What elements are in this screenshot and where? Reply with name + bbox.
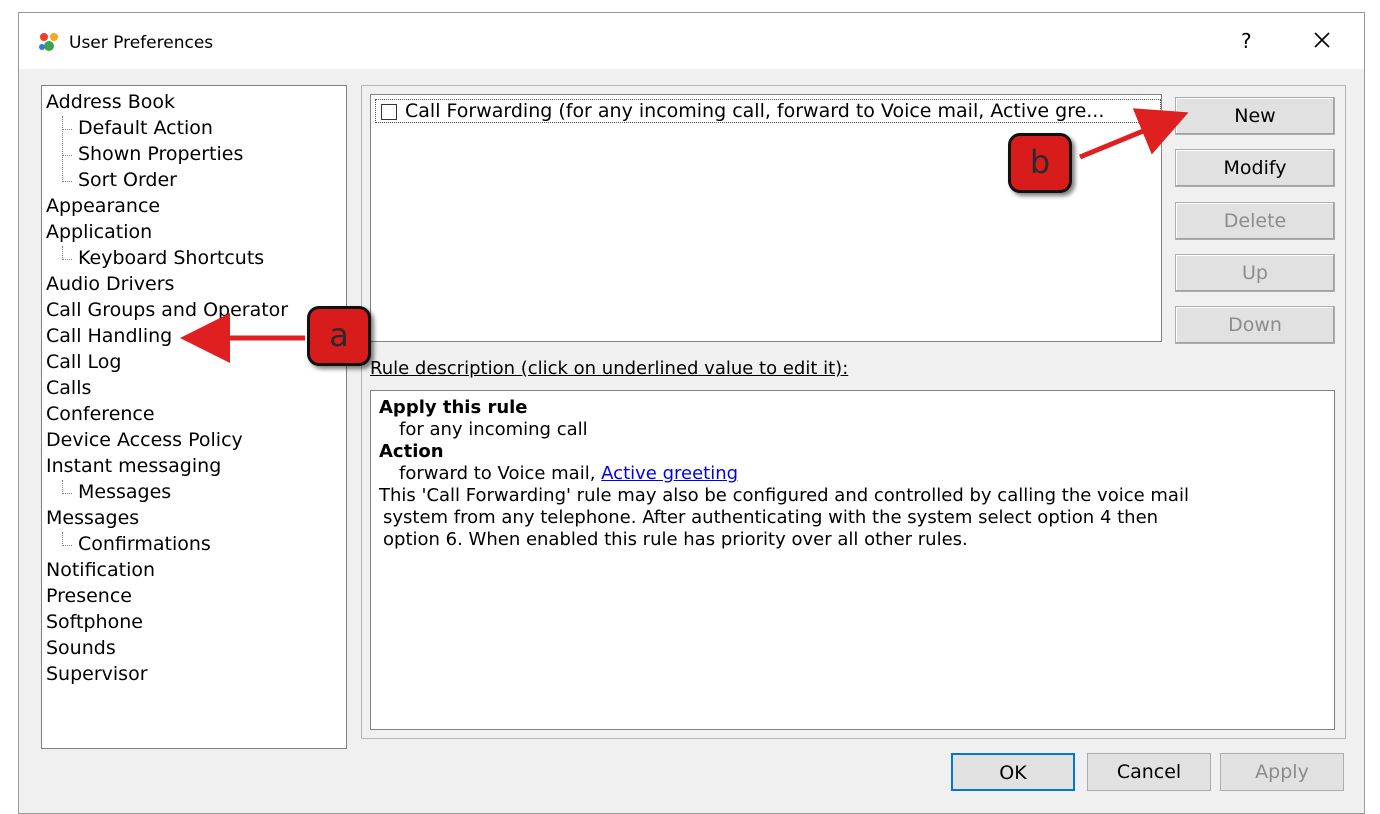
- modify-button[interactable]: Modify: [1175, 149, 1335, 187]
- tree-item-softphone[interactable]: Softphone: [46, 611, 143, 633]
- rule-label: Call Forwarding (for any incoming call, …: [405, 100, 1105, 122]
- tree-item-notification[interactable]: Notification: [46, 559, 155, 581]
- rule-description-box: Apply this rule for any incoming call Ac…: [370, 390, 1335, 730]
- close-icon[interactable]: [1307, 25, 1337, 55]
- tree-item-supervisor[interactable]: Supervisor: [46, 663, 148, 685]
- apply-heading: Apply this rule: [379, 397, 528, 418]
- rule-enabled-checkbox[interactable]: [381, 104, 397, 120]
- tree-item-address-book[interactable]: Address Book: [46, 91, 175, 113]
- rule-note-line-1: This 'Call Forwarding' rule may also be …: [379, 485, 1189, 506]
- new-button[interactable]: New: [1175, 97, 1335, 135]
- tree-item-shown-properties[interactable]: Shown Properties: [78, 143, 243, 165]
- title-bar: User Preferences ?: [19, 13, 1364, 69]
- tree-item-keyboard-shortcuts[interactable]: Keyboard Shortcuts: [78, 247, 264, 269]
- tree-item-confirmations[interactable]: Confirmations: [78, 533, 211, 555]
- tree-item-device-access-policy[interactable]: Device Access Policy: [46, 429, 243, 451]
- up-button[interactable]: Up: [1175, 254, 1335, 292]
- rules-list[interactable]: Call Forwarding (for any incoming call, …: [370, 94, 1162, 342]
- tree-item-instant-messaging[interactable]: Instant messaging: [46, 455, 221, 477]
- tree-item-default-action[interactable]: Default Action: [78, 117, 213, 139]
- tree-item-sounds[interactable]: Sounds: [46, 637, 116, 659]
- tree-item-sort-order[interactable]: Sort Order: [78, 169, 177, 191]
- tree-item-call-log[interactable]: Call Log: [46, 351, 121, 373]
- active-greeting-link[interactable]: Active greeting: [601, 463, 738, 484]
- category-tree[interactable]: Address Book Default Action Shown Proper…: [41, 85, 347, 749]
- tree-item-call-groups-and-operator[interactable]: Call Groups and Operator: [46, 299, 288, 321]
- cancel-button[interactable]: Cancel: [1087, 753, 1211, 791]
- help-button[interactable]: ?: [1241, 29, 1252, 53]
- window-title: User Preferences: [69, 33, 214, 53]
- tree-item-presence[interactable]: Presence: [46, 585, 132, 607]
- callout-b: b: [1008, 133, 1072, 193]
- rule-note-line-3: option 6. When enabled this rule has pri…: [383, 529, 968, 550]
- tree-item-conference[interactable]: Conference: [46, 403, 155, 425]
- action-heading: Action: [379, 441, 444, 462]
- tree-item-messages[interactable]: Messages: [46, 507, 139, 529]
- app-logo-icon: [39, 33, 58, 51]
- callout-a: a: [307, 306, 371, 366]
- tree-item-im-messages[interactable]: Messages: [78, 481, 171, 503]
- tree-item-appearance[interactable]: Appearance: [46, 195, 160, 217]
- delete-button[interactable]: Delete: [1175, 202, 1335, 240]
- apply-condition: for any incoming call: [399, 419, 588, 440]
- rule-note-line-2: system from any telephone. After authent…: [383, 507, 1159, 528]
- down-button[interactable]: Down: [1175, 306, 1335, 344]
- tree-item-call-handling[interactable]: Call Handling: [46, 325, 172, 347]
- action-line: forward to Voice mail, Active greeting: [379, 463, 1326, 485]
- tree-item-application[interactable]: Application: [46, 221, 152, 243]
- list-item[interactable]: Call Forwarding (for any incoming call, …: [375, 99, 1161, 123]
- ok-button[interactable]: OK: [951, 753, 1075, 791]
- rule-description-label: Rule description (click on underlined va…: [370, 358, 849, 379]
- apply-button[interactable]: Apply: [1220, 753, 1344, 791]
- tree-item-audio-drivers[interactable]: Audio Drivers: [46, 273, 174, 295]
- tree-item-calls[interactable]: Calls: [46, 377, 91, 399]
- action-text: forward to Voice mail,: [399, 463, 602, 484]
